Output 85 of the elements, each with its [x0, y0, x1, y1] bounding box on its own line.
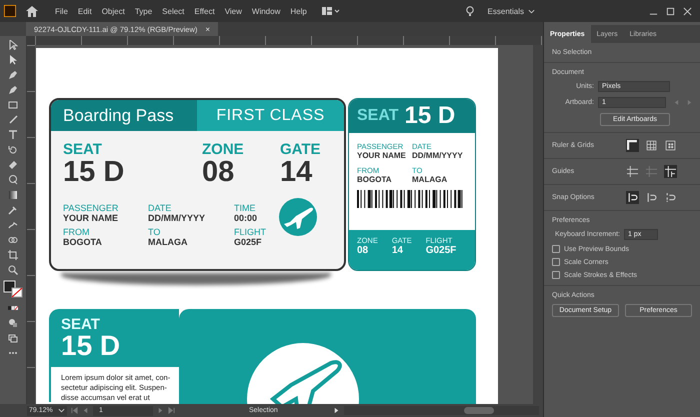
- field-label: TIME: [234, 203, 256, 213]
- field-label: FLIGHT: [234, 227, 266, 237]
- symbol-sprayer-icon[interactable]: [8, 235, 18, 245]
- field-label: SEAT: [63, 141, 103, 158]
- caret-icon: [58, 408, 65, 413]
- home-icon[interactable]: [26, 6, 38, 16]
- guides-icon[interactable]: [626, 165, 639, 178]
- layout-icon[interactable]: [322, 7, 340, 15]
- field-value: 15 D: [61, 332, 122, 360]
- rotate-icon[interactable]: [8, 145, 18, 155]
- puppet-warp-icon[interactable]: [8, 220, 18, 230]
- snap-to-grid-icon[interactable]: [645, 191, 658, 204]
- selection-arrow-icon[interactable]: [8, 40, 18, 50]
- curvature-pen-icon[interactable]: [8, 85, 18, 95]
- field-value: 00:00: [234, 213, 258, 223]
- draw-mode-icon[interactable]: [8, 318, 18, 328]
- field-value: 14: [392, 245, 404, 256]
- field-value: 15 D: [404, 102, 456, 130]
- vertical-scrollbar[interactable]: [533, 45, 543, 404]
- workspace-switcher[interactable]: Essentials: [488, 6, 535, 16]
- color-mode-icon[interactable]: [8, 303, 18, 313]
- menu-item[interactable]: File: [50, 6, 73, 16]
- app-logo-icon[interactable]: [4, 5, 16, 17]
- dot-grid-icon[interactable]: [664, 139, 677, 152]
- close-icon[interactable]: [683, 6, 692, 16]
- field-value: 08: [357, 245, 370, 256]
- boarding-pass-title: Boarding Pass: [51, 100, 197, 131]
- field-label: GATE: [280, 141, 321, 158]
- screen-mode-icon[interactable]: [8, 333, 18, 343]
- checkbox[interactable]: [552, 271, 560, 279]
- checkbox[interactable]: [552, 245, 560, 253]
- eraser-icon[interactable]: [8, 160, 18, 170]
- lightbulb-icon[interactable]: [466, 6, 474, 16]
- eyedropper-icon[interactable]: [8, 205, 18, 215]
- field-value: DD/MM/YYYY: [412, 151, 464, 160]
- brush-icon[interactable]: [8, 115, 18, 125]
- menu-item[interactable]: Effect: [189, 6, 220, 16]
- caret-icon: [528, 8, 535, 14]
- snap-to-point-icon[interactable]: [626, 191, 639, 204]
- field-label: DATE: [148, 203, 172, 213]
- class-label: FIRST CLASS: [197, 100, 344, 131]
- zoom-icon[interactable]: [8, 265, 18, 275]
- shape-builder-icon[interactable]: [8, 175, 18, 185]
- field-label: TO: [148, 227, 162, 237]
- field-value: YOUR NAME: [357, 151, 407, 160]
- pen-icon[interactable]: [8, 70, 18, 80]
- gradient-icon[interactable]: [8, 190, 18, 200]
- field-label: SEAT: [357, 107, 398, 125]
- menu-item[interactable]: Window: [246, 6, 286, 16]
- rectangle-icon[interactable]: [8, 100, 18, 110]
- field-value: 15 D: [63, 158, 126, 187]
- artboard-icon[interactable]: [8, 250, 18, 260]
- field-label: ZONE: [202, 141, 245, 158]
- field-label: SEAT: [61, 317, 101, 332]
- type-tool-icon[interactable]: [8, 130, 18, 140]
- checkbox[interactable]: [552, 258, 560, 266]
- airplane-badge-icon: [278, 197, 318, 237]
- field-value: YOUR NAME: [63, 213, 120, 223]
- field-value: BOGOTA: [63, 237, 103, 247]
- maximize-icon[interactable]: [666, 6, 675, 16]
- menu-item[interactable]: Select: [157, 6, 190, 16]
- direct-selection-icon[interactable]: [8, 55, 18, 65]
- field-label: PASSENGER: [63, 203, 120, 213]
- menu-item[interactable]: View: [220, 6, 247, 16]
- field-value: DD/MM/YYYY: [148, 213, 206, 223]
- menu-item[interactable]: Help: [285, 6, 312, 16]
- fill-stroke-icon[interactable]: [3, 280, 23, 298]
- field-value: G025F: [234, 237, 263, 247]
- field-value: MALAGA: [412, 175, 448, 184]
- close-tab-button[interactable]: ×: [205, 22, 218, 36]
- field-label: FROM: [63, 227, 90, 237]
- menu-item[interactable]: Type: [130, 6, 158, 16]
- field-value: 14: [280, 158, 314, 187]
- smart-guides-icon[interactable]: [664, 165, 677, 178]
- horizontal-scrollbar[interactable]: [344, 406, 539, 415]
- field-value: G025F: [426, 245, 456, 256]
- snap-to-pixel-icon[interactable]: [664, 191, 677, 204]
- field-value: BOGOTA: [357, 175, 393, 184]
- menu-item[interactable]: Object: [96, 6, 130, 16]
- field-value: 08: [202, 158, 236, 187]
- field-value: MALAGA: [148, 237, 188, 247]
- menu-item[interactable]: Edit: [72, 6, 97, 16]
- play-icon[interactable]: [333, 407, 340, 414]
- grid-icon[interactable]: [645, 139, 658, 152]
- ruler-icon[interactable]: [626, 139, 639, 152]
